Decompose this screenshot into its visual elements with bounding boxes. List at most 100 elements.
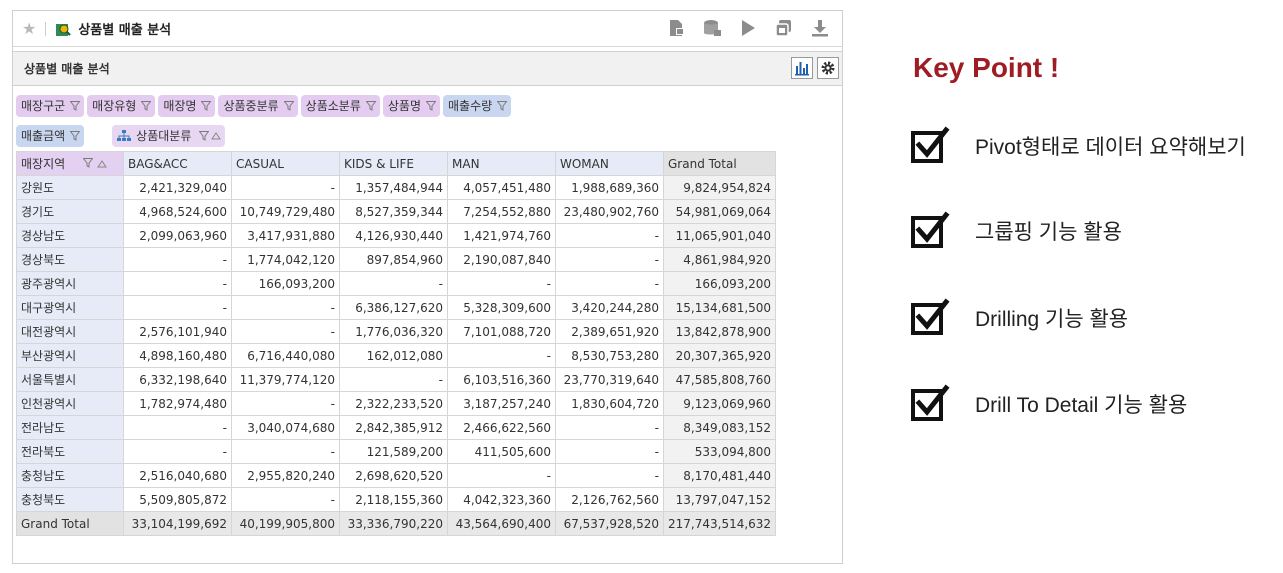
filter-chip[interactable]: 매장명: [158, 94, 216, 117]
row-label[interactable]: 충청남도: [16, 463, 124, 488]
grand-total-cell[interactable]: 11,065,901,040: [662, 223, 777, 248]
value-cell[interactable]: 33,104,199,692: [123, 511, 232, 536]
value-cell[interactable]: 2,118,155,360: [339, 487, 448, 512]
value-cell[interactable]: 2,322,233,520: [339, 391, 448, 416]
value-cell[interactable]: 2,698,620,520: [339, 463, 448, 488]
row-label[interactable]: 강원도: [16, 175, 124, 200]
row-label[interactable]: 부산광역시: [16, 343, 124, 368]
column-header[interactable]: BAG&ACC: [123, 151, 232, 176]
row-label[interactable]: 대전광역시: [16, 319, 124, 344]
value-cell[interactable]: 23,480,902,760: [555, 199, 664, 224]
value-cell[interactable]: 1,776,036,320: [339, 319, 448, 344]
chart-toggle-button[interactable]: [791, 57, 813, 79]
grand-total-cell[interactable]: 8,349,083,152: [662, 415, 777, 440]
filter-icon[interactable]: [141, 100, 152, 111]
row-label[interactable]: 서울특별시: [16, 367, 124, 392]
filter-chip[interactable]: 매장구군: [16, 94, 85, 117]
value-cell[interactable]: 2,099,063,960: [123, 223, 232, 248]
filter-chip[interactable]: 매장유형: [87, 94, 156, 117]
value-cell[interactable]: 162,012,080: [339, 343, 448, 368]
value-cell[interactable]: 2,190,087,840: [447, 247, 556, 272]
filter-icon[interactable]: [199, 130, 210, 141]
value-cell[interactable]: 2,466,622,560: [447, 415, 556, 440]
database-icon[interactable]: [702, 18, 722, 38]
value-cell[interactable]: -: [231, 487, 340, 512]
value-cell[interactable]: 1,421,974,760: [447, 223, 556, 248]
value-cell[interactable]: 6,386,127,620: [339, 295, 448, 320]
value-cell[interactable]: 4,126,930,440: [339, 223, 448, 248]
row-label[interactable]: 인천광역시: [16, 391, 124, 416]
value-cell[interactable]: -: [555, 415, 664, 440]
row-label[interactable]: 경상북도: [16, 247, 124, 272]
filter-chip[interactable]: 상품중분류: [218, 94, 298, 117]
value-cell[interactable]: -: [123, 439, 232, 464]
value-cell[interactable]: 4,898,160,480: [123, 343, 232, 368]
value-cell[interactable]: 1,774,042,120: [231, 247, 340, 272]
row-label[interactable]: 경기도: [16, 199, 124, 224]
filter-icon[interactable]: [365, 100, 376, 111]
value-cell[interactable]: 2,842,385,912: [339, 415, 448, 440]
value-cell[interactable]: -: [231, 175, 340, 200]
grand-total-cell[interactable]: 9,123,069,960: [662, 391, 777, 416]
column-field-chip[interactable]: 상품대분류: [112, 124, 226, 147]
value-cell[interactable]: 23,770,319,640: [555, 367, 664, 392]
grand-total-cell[interactable]: 166,093,200: [662, 271, 777, 296]
value-cell[interactable]: -: [555, 223, 664, 248]
grand-total-cell[interactable]: 13,842,878,900: [662, 319, 777, 344]
grand-total-cell[interactable]: 15,134,681,500: [662, 295, 777, 320]
value-cell[interactable]: -: [339, 367, 448, 392]
value-cell[interactable]: 5,509,805,872: [123, 487, 232, 512]
value-cell[interactable]: 1,357,484,944: [339, 175, 448, 200]
value-cell[interactable]: -: [555, 271, 664, 296]
value-cell[interactable]: 2,516,040,680: [123, 463, 232, 488]
value-cell[interactable]: -: [447, 463, 556, 488]
value-cell[interactable]: -: [555, 247, 664, 272]
grand-total-cell[interactable]: 13,797,047,152: [662, 487, 777, 512]
value-cell[interactable]: 3,417,931,880: [231, 223, 340, 248]
value-cell[interactable]: 1,830,604,720: [555, 391, 664, 416]
grand-total-cell[interactable]: 47,585,808,760: [662, 367, 777, 392]
value-cell[interactable]: 33,336,790,220: [339, 511, 448, 536]
value-cell[interactable]: 4,057,451,480: [447, 175, 556, 200]
value-cell[interactable]: 67,537,928,520: [555, 511, 664, 536]
value-cell[interactable]: -: [555, 463, 664, 488]
value-cell[interactable]: 8,527,359,344: [339, 199, 448, 224]
value-cell[interactable]: 897,854,960: [339, 247, 448, 272]
value-cell[interactable]: 7,101,088,720: [447, 319, 556, 344]
row-label[interactable]: 광주광역시: [16, 271, 124, 296]
value-cell[interactable]: 7,254,552,880: [447, 199, 556, 224]
filter-icon[interactable]: [201, 100, 212, 111]
column-header[interactable]: MAN: [447, 151, 556, 176]
settings-button[interactable]: [817, 57, 839, 79]
filter-icon[interactable]: [497, 100, 508, 111]
value-cell[interactable]: 40,199,905,800: [231, 511, 340, 536]
value-cell[interactable]: -: [123, 271, 232, 296]
column-header[interactable]: WOMAN: [555, 151, 664, 176]
value-cell[interactable]: -: [123, 247, 232, 272]
value-cell[interactable]: 411,505,600: [447, 439, 556, 464]
value-cell[interactable]: 6,103,516,360: [447, 367, 556, 392]
grand-total-cell[interactable]: 54,981,069,064: [662, 199, 777, 224]
filter-icon[interactable]: [82, 158, 94, 168]
value-cell[interactable]: 11,379,774,120: [231, 367, 340, 392]
value-cell[interactable]: 1,988,689,360: [555, 175, 664, 200]
value-cell[interactable]: -: [231, 391, 340, 416]
value-cell[interactable]: 2,389,651,920: [555, 319, 664, 344]
value-cell[interactable]: -: [231, 295, 340, 320]
row-label[interactable]: 전라남도: [16, 415, 124, 440]
row-label[interactable]: 충청북도: [16, 487, 124, 512]
grand-total-cell[interactable]: 8,170,481,440: [662, 463, 777, 488]
value-chip-quantity[interactable]: 매출수량: [443, 94, 512, 117]
value-cell[interactable]: 10,749,729,480: [231, 199, 340, 224]
grand-total-cell[interactable]: 4,861,984,920: [662, 247, 777, 272]
value-cell[interactable]: 6,332,198,640: [123, 367, 232, 392]
filter-chip[interactable]: 상품소분류: [300, 94, 380, 117]
row-field-header[interactable]: 매장지역: [16, 151, 124, 176]
filter-icon[interactable]: [70, 100, 81, 111]
grand-total-cell[interactable]: 217,743,514,632: [662, 511, 777, 536]
grand-total-cell[interactable]: 9,824,954,824: [662, 175, 777, 200]
value-cell[interactable]: 166,093,200: [231, 271, 340, 296]
value-cell[interactable]: -: [123, 295, 232, 320]
value-cell[interactable]: -: [447, 343, 556, 368]
value-cell[interactable]: 3,187,257,240: [447, 391, 556, 416]
